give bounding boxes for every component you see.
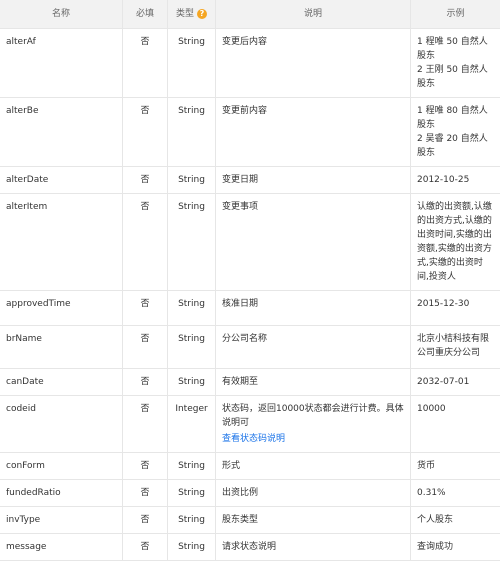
field-name: message — [0, 534, 123, 560]
field-type: String — [168, 98, 216, 166]
field-description: 出资比例 — [216, 480, 411, 506]
field-description-text: 变更前内容 — [222, 106, 268, 116]
field-description-text: 分公司名称 — [222, 334, 268, 344]
field-description: 核准日期 — [216, 291, 411, 325]
field-example: 个人股东 — [417, 515, 454, 525]
field-required: 否 — [123, 396, 168, 452]
field-type: String — [168, 534, 216, 560]
table-row: codeid 否 Integer 状态码，返回10000状态都会进行计费。具体说明可查… — [0, 396, 500, 453]
field-required: 否 — [123, 507, 168, 533]
question-circle-icon[interactable]: ? — [197, 9, 207, 19]
field-description: 分公司名称 — [216, 326, 411, 368]
field-type: String — [168, 291, 216, 325]
field-required: 否 — [123, 291, 168, 325]
field-description-text: 形式 — [222, 461, 241, 471]
field-description-text: 股东类型 — [222, 515, 259, 525]
field-example: 2015-12-30 — [417, 299, 470, 309]
field-description-text: 变更事项 — [222, 202, 259, 212]
status-code-doc-link[interactable]: 查看状态码说明 — [222, 432, 404, 446]
field-description: 变更后内容 — [216, 29, 411, 97]
table-row: brName 否 String 分公司名称 北京小桔科技有限公司重庆分公司 — [0, 326, 500, 369]
field-type: String — [168, 507, 216, 533]
field-example: 查询成功 — [417, 542, 454, 552]
header-type-label: 类型 — [175, 9, 194, 19]
table-row: alterDate 否 String 变更日期 2012-10-25 — [0, 167, 500, 194]
table-row: approvedTime 否 String 核准日期 2015-12-30 — [0, 291, 500, 326]
field-description-text: 请求状态说明 — [222, 542, 277, 552]
table-row: alterBe 否 String 变更前内容 1 程唯 80 自然人股东 2 吴睿 20… — [0, 98, 500, 167]
field-example: 货币 — [417, 461, 436, 471]
field-required: 否 — [123, 98, 168, 166]
field-required: 否 — [123, 194, 168, 290]
field-example: 北京小桔科技有限公司重庆分公司 — [417, 334, 490, 358]
field-required: 否 — [123, 29, 168, 97]
table-row: fundedRatio 否 String 出资比例 0.31% — [0, 480, 500, 507]
table-row: conForm 否 String 形式 货币 — [0, 453, 500, 480]
table-row: alterItem 否 String 变更事项 认缴的出资额,认缴的出资方式,认缴的出资… — [0, 194, 500, 291]
field-description-text: 变更后内容 — [222, 37, 268, 47]
field-example: 2032-07-01 — [417, 377, 470, 387]
field-name: canDate — [0, 369, 123, 395]
field-example: 认缴的出资额,认缴的出资方式,认缴的出资时间,实缴的出资额,实缴的出资方式,实缴… — [417, 202, 492, 282]
field-type: Integer — [168, 396, 216, 452]
field-description-text: 变更日期 — [222, 175, 259, 185]
field-description: 变更前内容 — [216, 98, 411, 166]
field-description-text: 核准日期 — [222, 299, 259, 309]
field-required: 否 — [123, 534, 168, 560]
table-header: 名称 必填 类型 ? 说明 示例 — [0, 0, 500, 29]
field-example: 1 程唯 50 自然人股东 2 王刚 50 自然人股东 — [417, 37, 488, 89]
field-description: 股东类型 — [216, 507, 411, 533]
field-required: 否 — [123, 167, 168, 193]
field-required: 否 — [123, 369, 168, 395]
field-type: String — [168, 453, 216, 479]
field-description: 有效期至 — [216, 369, 411, 395]
field-type: String — [168, 369, 216, 395]
field-type: String — [168, 480, 216, 506]
field-description-text: 状态码，返回10000状态都会进行计费。具体说明可 — [222, 404, 404, 428]
field-name: alterBe — [0, 98, 123, 166]
field-example: 1 程唯 80 自然人股东 2 吴睿 20 自然人股东 — [417, 106, 488, 158]
field-required: 否 — [123, 326, 168, 368]
field-description: 请求状态说明 — [216, 534, 411, 560]
field-example: 10000 — [417, 404, 446, 414]
field-example: 0.31% — [417, 488, 446, 498]
field-description: 变更日期 — [216, 167, 411, 193]
field-required: 否 — [123, 480, 168, 506]
field-name: conForm — [0, 453, 123, 479]
field-name: fundedRatio — [0, 480, 123, 506]
header-name: 名称 — [0, 0, 123, 28]
field-name: alterDate — [0, 167, 123, 193]
header-description: 说明 — [216, 0, 411, 28]
header-example: 示例 — [446, 9, 465, 19]
header-type: 类型 ? — [168, 0, 216, 28]
field-description: 形式 — [216, 453, 411, 479]
field-name: approvedTime — [0, 291, 123, 325]
field-description-text: 出资比例 — [222, 488, 259, 498]
field-name: codeid — [0, 396, 123, 452]
table-row: alterAf 否 String 变更后内容 1 程唯 50 自然人股东 2 王刚 50… — [0, 29, 500, 98]
field-name: alterAf — [0, 29, 123, 97]
field-name: invType — [0, 507, 123, 533]
field-name: alterItem — [0, 194, 123, 290]
field-type: String — [168, 326, 216, 368]
table-row: invType 否 String 股东类型 个人股东 — [0, 507, 500, 534]
header-required: 必填 — [123, 0, 168, 28]
table-row: canDate 否 String 有效期至 2032-07-01 — [0, 369, 500, 396]
table-row: message 否 String 请求状态说明 查询成功 — [0, 534, 500, 561]
field-description: 状态码，返回10000状态都会进行计费。具体说明可查看状态码说明 — [216, 396, 411, 452]
field-required: 否 — [123, 453, 168, 479]
api-fields-table: 名称 必填 类型 ? 说明 示例 alterAf 否 String 变更后内容 1 程唯… — [0, 0, 500, 561]
field-type: String — [168, 167, 216, 193]
field-example: 2012-10-25 — [417, 175, 470, 185]
field-type: String — [168, 29, 216, 97]
field-description: 变更事项 — [216, 194, 411, 290]
field-name: brName — [0, 326, 123, 368]
field-description-text: 有效期至 — [222, 377, 259, 387]
field-type: String — [168, 194, 216, 290]
